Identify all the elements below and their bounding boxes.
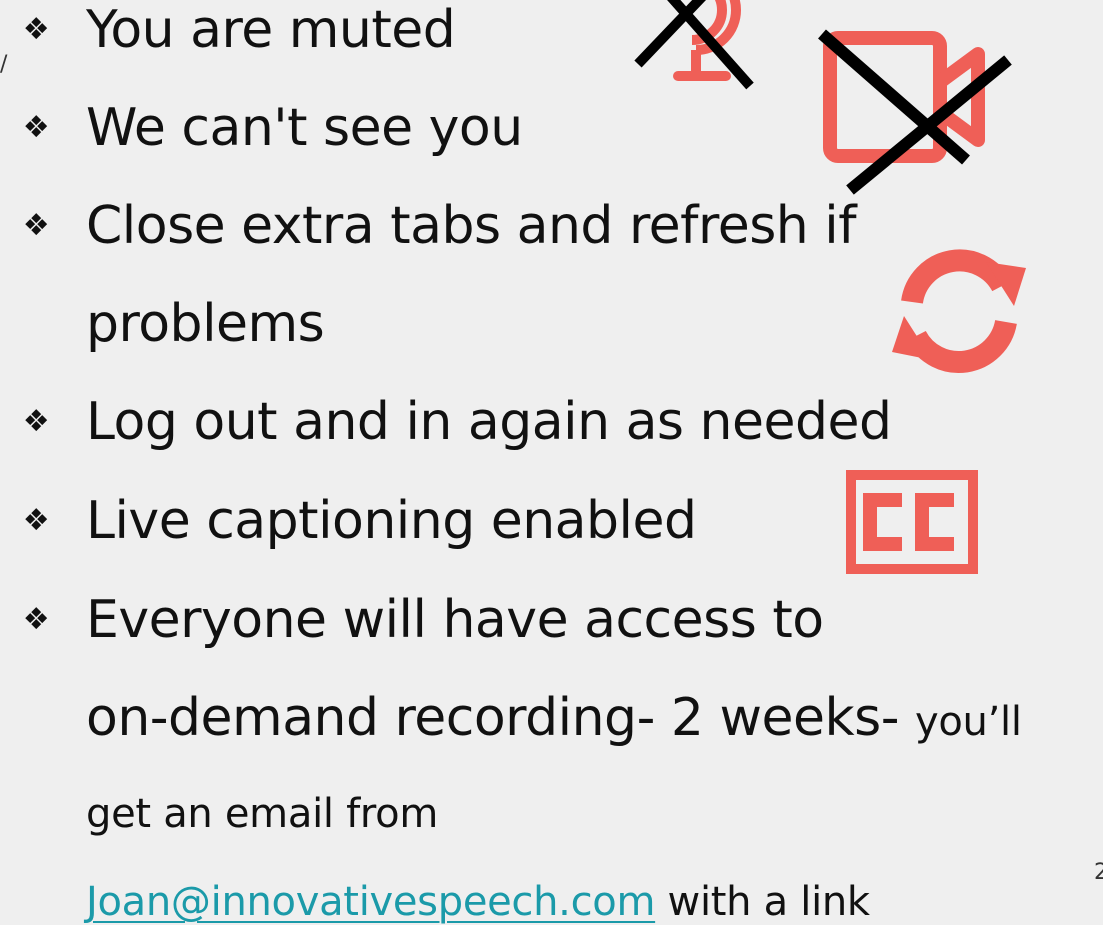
- bullet-marker: ❖: [22, 503, 50, 538]
- email-link[interactable]: Joan@innovativespeech.com: [86, 879, 655, 925]
- bullet-marker: ❖: [22, 404, 50, 439]
- bullet-text: Close extra tabs and refresh if: [86, 196, 857, 256]
- slide: / ❖ You are muted ❖ We can't see you ❖ C…: [0, 0, 1103, 925]
- bullet-text: Log out and in again as needed: [86, 392, 892, 452]
- closed-captions-icon: [846, 470, 978, 574]
- recording-text-small: you’ll: [915, 699, 1022, 745]
- muted-video-camera-icon: [818, 29, 1012, 195]
- bullet-text: We can't see you: [86, 98, 523, 158]
- bullet-text-continued: problems: [86, 294, 325, 354]
- email-intro-text: get an email from: [86, 791, 438, 837]
- refresh-icon: [892, 249, 1026, 373]
- with-a-link-text: with a link: [667, 879, 871, 925]
- bullet-marker: ❖: [22, 110, 50, 145]
- bullet-text: You are muted: [86, 0, 456, 60]
- bullet-text: Live captioning enabled: [86, 491, 697, 551]
- bullet-marker: ❖: [22, 208, 50, 243]
- bullet-marker: ❖: [22, 602, 50, 637]
- bullet-marker: ❖: [22, 12, 50, 47]
- bullet-text: Everyone will have access to: [86, 590, 824, 650]
- recording-text: on-demand recording- 2 weeks-: [86, 688, 899, 748]
- page-number: 2: [1094, 860, 1103, 885]
- muted-microphone-icon: [634, 0, 754, 90]
